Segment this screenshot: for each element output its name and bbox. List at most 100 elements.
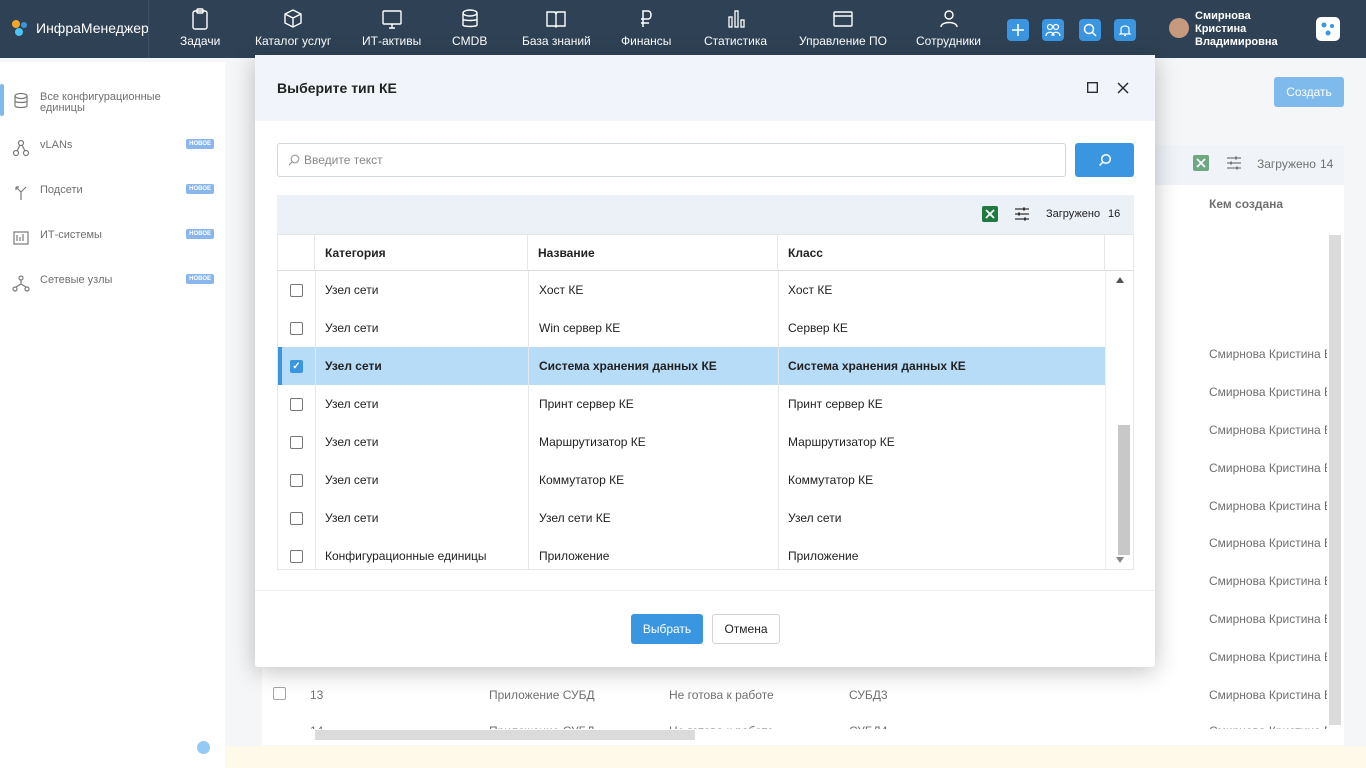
nav-label: Задачи	[180, 34, 221, 48]
cell-class: Система хранения данных КЕ	[788, 359, 966, 373]
nav-finance[interactable]: Финансы	[621, 8, 671, 48]
search-icon	[1098, 153, 1111, 167]
search-placeholder: Введите текст	[304, 153, 383, 167]
grid-scroll-thumb[interactable]	[1118, 425, 1130, 555]
app-logo[interactable]: ИнфраМенеджер	[10, 18, 149, 38]
cell-class: Маршрутизатор КЕ	[788, 435, 895, 449]
people-icon	[939, 10, 958, 28]
search-input[interactable]: Введите текст	[277, 143, 1066, 177]
row-checkbox[interactable]	[290, 283, 303, 297]
search-button[interactable]	[1075, 143, 1134, 177]
database-icon	[461, 9, 478, 28]
table-row[interactable]: Узел сети Маршрутизатор КЕ Маршрутизатор…	[278, 423, 1105, 461]
window-icon	[833, 11, 853, 27]
row-checkbox[interactable]	[290, 435, 303, 449]
users-icon	[1045, 23, 1061, 37]
cancel-button[interactable]: Отмена	[712, 614, 780, 644]
nav-label: ИТ-активы	[362, 34, 422, 48]
plus-icon	[1012, 24, 1024, 36]
nav-label: Сотрудники	[916, 34, 981, 48]
top-navigation-bar: ИнфраМенеджер Задачи Каталог услуг ИТ-ак…	[0, 0, 1366, 58]
cell-category: Узел сети	[325, 435, 379, 449]
cell-category: Узел сети	[325, 473, 379, 487]
cell-name: Система хранения данных КЕ	[539, 359, 717, 373]
cube-icon	[284, 9, 302, 28]
loaded-count: 16	[1108, 208, 1121, 220]
user-profile[interactable]: Смирнова Кристина Владимировна	[1169, 10, 1278, 49]
cell-class: Коммутатор КЕ	[788, 473, 874, 487]
logo-icon	[12, 20, 27, 36]
close-icon[interactable]	[1117, 82, 1129, 94]
nav-knowledge-base[interactable]: База знаний	[522, 8, 591, 48]
apps-button[interactable]	[1316, 17, 1340, 41]
add-button[interactable]	[1007, 19, 1029, 41]
clipboard-icon	[192, 8, 208, 30]
table-row[interactable]: Узел сети Узел сети КЕ Узел сети	[278, 499, 1105, 537]
dialog-header: Выберите тип КЕ	[255, 55, 1155, 121]
table-row[interactable]: Узел сети Принт сервер КЕ Принт сервер К…	[278, 385, 1105, 423]
column-divider	[528, 271, 529, 569]
divider	[148, 0, 149, 58]
cell-category: Узел сети	[325, 283, 379, 297]
monitor-icon	[381, 10, 402, 29]
excel-icon[interactable]	[981, 205, 999, 223]
team-button[interactable]	[1042, 19, 1064, 41]
table-row[interactable]: Узел сети Коммутатор КЕ Коммутатор КЕ	[278, 461, 1105, 499]
nav-employees[interactable]: Сотрудники	[916, 8, 981, 48]
cell-class: Принт сервер КЕ	[788, 397, 883, 411]
row-checkbox[interactable]	[290, 473, 303, 487]
grid-toolbar: Загружено 16	[277, 195, 1134, 234]
nav-label: Финансы	[621, 34, 672, 48]
nav-tasks[interactable]: Задачи	[180, 8, 220, 48]
cell-class: Узел сети	[788, 511, 842, 525]
cell-name: Коммутатор КЕ	[539, 473, 625, 487]
avatar	[1169, 18, 1189, 38]
scroll-down-icon[interactable]	[1116, 557, 1124, 563]
loaded-label: Загружено	[1046, 208, 1101, 220]
nav-label: База знаний	[522, 34, 591, 48]
cell-class: Хост КЕ	[788, 283, 833, 297]
book-icon	[546, 11, 567, 28]
row-checkbox-checked[interactable]: ✓	[290, 359, 303, 373]
column-divider	[778, 271, 779, 569]
scroll-up-icon[interactable]	[1116, 277, 1124, 283]
dialog-title: Выберите тип КЕ	[277, 80, 397, 96]
cell-name: Узел сети КЕ	[539, 511, 611, 525]
nav-label: CMDB	[452, 34, 488, 48]
ci-type-grid: Категория Название Класс Узел сети Хост …	[277, 234, 1134, 570]
settings-sliders-icon[interactable]	[1014, 207, 1030, 221]
column-header-name[interactable]: Название	[528, 235, 778, 271]
column-header-category[interactable]: Категория	[315, 235, 528, 271]
nav-service-catalog[interactable]: Каталог услуг	[255, 8, 331, 48]
cell-name: Приложение	[539, 549, 610, 563]
cell-name: Маршрутизатор КЕ	[539, 435, 646, 449]
notifications-button[interactable]	[1114, 19, 1136, 41]
select-button[interactable]: Выбрать	[631, 614, 703, 644]
row-checkbox[interactable]	[290, 397, 303, 411]
row-checkbox[interactable]	[290, 549, 303, 563]
search-icon	[1083, 23, 1097, 37]
cell-name: Принт сервер КЕ	[539, 397, 634, 411]
nav-it-assets[interactable]: ИТ-активы	[362, 8, 421, 48]
maximize-icon[interactable]	[1087, 82, 1098, 93]
row-checkbox[interactable]	[290, 321, 303, 335]
user-name-line: Владимировна	[1195, 36, 1278, 48]
table-row[interactable]: Узел сети Win сервер КЕ Сервер КЕ	[278, 309, 1105, 347]
nav-statistics[interactable]: Статистика	[704, 8, 767, 48]
cell-class: Сервер КЕ	[788, 321, 848, 335]
column-header-class[interactable]: Класс	[778, 235, 1105, 271]
table-row-selected[interactable]: ✓ Узел сети Система хранения данных КЕ С…	[278, 347, 1105, 385]
cell-category: Узел сети	[325, 321, 379, 335]
table-row[interactable]: Конфигурационные единицы Приложение Прил…	[278, 537, 1105, 569]
nav-label: Статистика	[704, 34, 768, 48]
column-divider	[315, 271, 316, 569]
nav-cmdb[interactable]: CMDB	[452, 8, 487, 48]
cell-class: Приложение	[788, 549, 859, 563]
network-icon	[1321, 22, 1334, 36]
row-checkbox[interactable]	[290, 511, 303, 525]
user-name-line: Кристина	[1195, 23, 1247, 35]
table-row[interactable]: Узел сети Хост КЕ Хост КЕ	[278, 271, 1105, 309]
nav-software-management[interactable]: Управление ПО	[799, 8, 887, 48]
search-button[interactable]	[1079, 19, 1101, 41]
ruble-icon	[641, 10, 652, 27]
